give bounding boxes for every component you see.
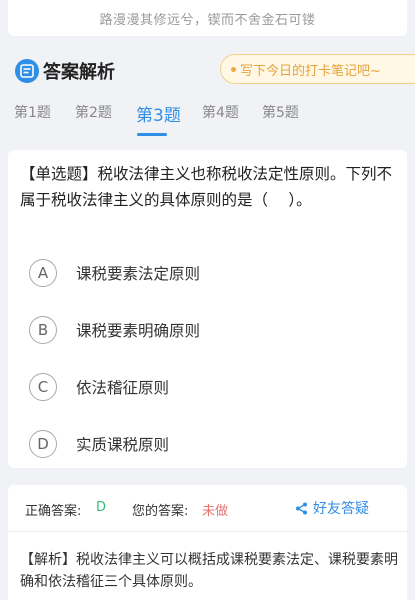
tab-question-4[interactable]: 第4题 bbox=[202, 102, 239, 122]
question-card: 【单选题】税收法律主义也称税收法定性原则。下列不属于税收法律主义的具体原则的是（… bbox=[8, 150, 407, 468]
friend-qa-button[interactable]: 好友答疑 bbox=[295, 498, 369, 518]
option-letter-a: A bbox=[29, 259, 57, 287]
option-text-d: 实质课税原则 bbox=[76, 436, 170, 454]
option-b[interactable]: B 课税要素明确原则 bbox=[8, 309, 407, 353]
analysis-text: 【解析】税收法律主义可以概括成课税要素法定、课税要素明确和依法稽征三个具体原则。 bbox=[20, 552, 398, 590]
header: 答案解析 写下今日的打卡笔记吧~ bbox=[0, 50, 415, 92]
option-text-a: 课税要素法定原则 bbox=[76, 265, 201, 283]
option-letter-b: B bbox=[29, 316, 57, 344]
tab-question-1[interactable]: 第1题 bbox=[14, 102, 51, 122]
share-icon bbox=[296, 502, 307, 514]
correct-answer-label: 正确答案: bbox=[25, 504, 82, 519]
question-tabs: 第1题 第2题 第3题 第4题 第5题 bbox=[0, 100, 415, 140]
option-a[interactable]: A 课税要素法定原则 bbox=[8, 252, 407, 296]
option-letter-d: D bbox=[29, 430, 57, 458]
tab-question-5[interactable]: 第5题 bbox=[262, 102, 299, 122]
option-d[interactable]: D 实质课税原则 bbox=[8, 423, 407, 467]
tab-question-3[interactable]: 第3题 bbox=[136, 101, 181, 126]
motto-text: 路漫漫其修远兮，锲而不舍金石可镂 bbox=[99, 12, 316, 28]
answer-bar: 正确答案: D 您的答案: 未做 好友答疑 bbox=[8, 485, 407, 531]
write-note-button[interactable]: 写下今日的打卡笔记吧~ bbox=[220, 54, 415, 84]
your-answer-label: 您的答案: bbox=[132, 504, 189, 519]
friend-qa-label: 好友答疑 bbox=[313, 501, 369, 517]
your-answer-value: 未做 bbox=[202, 504, 229, 519]
tab-question-2[interactable]: 第2题 bbox=[75, 102, 112, 122]
option-text-b: 课税要素明确原则 bbox=[76, 322, 201, 340]
correct-answer-value: D bbox=[96, 500, 107, 515]
option-text-c: 依法稽征原则 bbox=[76, 379, 170, 397]
option-letter-c: C bbox=[29, 373, 57, 401]
answer-analysis-icon bbox=[15, 59, 39, 83]
active-tab-indicator bbox=[137, 133, 167, 136]
dot-icon bbox=[231, 66, 236, 72]
write-note-label: 写下今日的打卡笔记吧~ bbox=[240, 63, 381, 79]
analysis-card: 【解析】税收法律主义可以概括成课税要素法定、课税要素明确和依法稽征三个具体原则。 bbox=[8, 532, 407, 600]
question-text: 【单选题】税收法律主义也称税收法定性原则。下列不属于税收法律主义的具体原则的是（… bbox=[20, 165, 393, 209]
page-title: 答案解析 bbox=[43, 62, 115, 83]
option-c[interactable]: C 依法稽征原则 bbox=[8, 366, 407, 410]
motto-banner: 路漫漫其修远兮，锲而不舍金石可镂 bbox=[8, 0, 407, 36]
